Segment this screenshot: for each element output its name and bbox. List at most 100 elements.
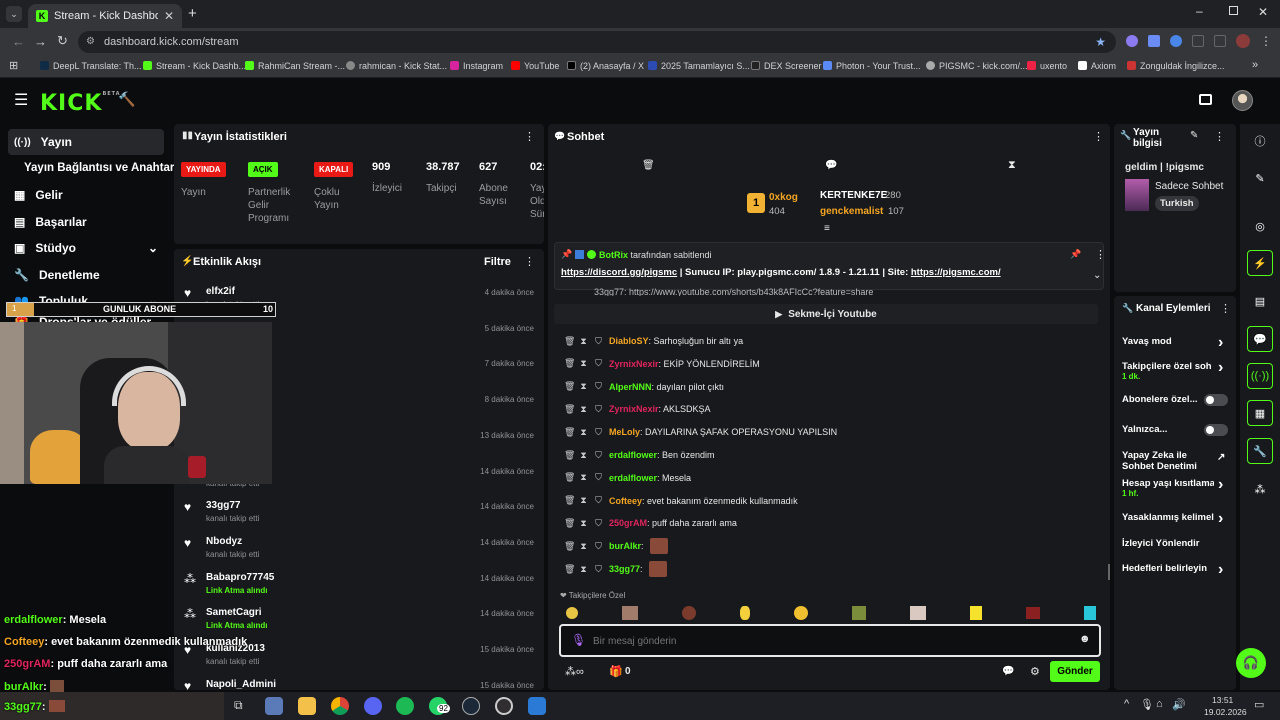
chat-username[interactable]: erdalflower (609, 450, 657, 460)
emote[interactable] (740, 606, 750, 620)
nav-item-basarilar[interactable]: ▤ Başarılar (8, 209, 164, 235)
chat-message[interactable]: 🗑 ⧗ ⛉ Cofteey: evet bakanım özenmedik kulla… (564, 491, 798, 511)
stream-preview-icon[interactable] (1199, 94, 1212, 105)
taskbar-app-explorer-icon[interactable] (265, 697, 283, 715)
layout-side-icon[interactable]: ▦ (1247, 400, 1273, 426)
channel-action-item[interactable]: Yavaş mod › (1122, 334, 1230, 351)
delete-message-icon[interactable]: 🗑 (564, 381, 575, 392)
delete-message-icon[interactable]: 🗑 (564, 450, 575, 461)
hamburger-menu-icon[interactable]: ☰ (14, 90, 28, 110)
feed-event-user[interactable]: Nbodyz (206, 536, 242, 547)
channel-actions-menu-icon[interactable]: ⋮ (1220, 302, 1231, 315)
task-view-icon[interactable]: ⧉ (234, 698, 243, 713)
nav-item-stream-key[interactable]: Yayın Bağlantısı ve Anahtarı (8, 155, 178, 181)
tab-search-icon[interactable]: ⌄ (6, 6, 22, 22)
delete-message-icon[interactable]: 🗑 (564, 518, 575, 529)
pencil-side-icon[interactable]: ✎ (1247, 165, 1273, 191)
forward-icon[interactable]: → (34, 34, 47, 49)
channel-action-item[interactable]: Abonelere özel... (1122, 394, 1230, 406)
emote[interactable] (1026, 607, 1040, 619)
chat-mode-icon[interactable]: 💬 (825, 160, 837, 171)
feed-event-row[interactable]: ♥ Nbodyz kanalı takip etti 14 dakika önce (184, 536, 536, 572)
timeout-hourglass-icon[interactable]: ⧗ (579, 336, 588, 347)
timeout-hourglass-icon[interactable]: ⧗ (579, 404, 588, 415)
timeout-hourglass-icon[interactable]: ⧗ (579, 495, 588, 506)
gift-icon[interactable]: 🎁 (609, 665, 623, 678)
chat-input-box[interactable]: 🎙 ☻ (559, 624, 1101, 657)
youtube-tab-button[interactable]: ▶ Sekme-İçi Youtube (554, 304, 1098, 324)
bookmark-photon[interactable]: Photon - Your Trust... (823, 61, 921, 71)
timeout-hourglass-icon[interactable]: ⧗ (579, 450, 588, 461)
points-side-icon[interactable]: ⁂ (1247, 476, 1273, 502)
send-button[interactable]: Gönder (1050, 661, 1100, 682)
chat-message[interactable]: 🗑 ⧗ ⛉ erdalflower: Ben özendim (564, 445, 715, 465)
network-tray-icon[interactable]: ⌂ (1156, 698, 1163, 710)
new-tab-icon[interactable]: + (188, 5, 197, 22)
site-info-icon[interactable]: ⚙ (86, 31, 95, 53)
chat-settings-gear-icon[interactable]: ⚙ (1030, 665, 1040, 678)
chat-message[interactable]: 🗑 ⧗ ⛉ ZyrnixNexir: EKİP YÖNLENDİRELİM (564, 354, 760, 374)
chat-side-icon[interactable]: 💬 (1247, 326, 1273, 352)
delete-message-icon[interactable]: 🗑 (564, 404, 575, 415)
support-chat-button[interactable]: 🎧 (1236, 648, 1266, 678)
chat-username[interactable]: AlperNNN (609, 382, 652, 392)
delete-message-icon[interactable]: 🗑 (564, 541, 575, 552)
apps-grid-icon[interactable]: ⊞ (9, 59, 18, 72)
timeout-hourglass-icon[interactable]: ⧗ (579, 427, 588, 438)
chat-message[interactable]: 🗑 ⧗ ⛉ MeLoly: DAYILARINA ŞAFAK OPERASYONU Y… (564, 422, 837, 442)
chat-username[interactable]: MeLoly (609, 427, 640, 437)
channel-action-item[interactable]: Yapay Zeka ile Sohbet Denetimi ↗ (1122, 450, 1230, 472)
feed-event-user[interactable]: Babapro77745 (206, 572, 274, 583)
chat-message[interactable]: 🗑 ⧗ ⛉ erdalflower: Mesela (564, 468, 691, 488)
channel-action-item[interactable]: Yasaklanmış kelimel › (1122, 510, 1230, 527)
browser-menu-icon[interactable]: ⋮ (1260, 34, 1272, 48)
chat-message-input[interactable] (593, 632, 1063, 650)
kick-logo[interactable]: KICKBETA (40, 91, 121, 116)
channel-action-item[interactable]: Takipçilere özel soh 1 dk. › (1122, 359, 1230, 381)
chat-username[interactable]: Cofteey (609, 496, 642, 506)
pinned-expand-icon[interactable]: ⌄ (1093, 270, 1101, 281)
feed-event-row[interactable]: ⁂ Babapro77745 Link Atma alındı 14 dakika ö… (184, 572, 536, 608)
chat-message[interactable]: 🗑 ⧗ ⛉ DiabloSY: Sarhoşluğun bir altı ya (564, 331, 743, 351)
mic-tray-icon[interactable]: 🎙 (1140, 698, 1154, 711)
nav-item-denetleme[interactable]: 🔧 Denetleme (8, 262, 164, 288)
extension-2-icon[interactable] (1148, 35, 1160, 47)
delete-message-icon[interactable]: 🗑 (564, 427, 575, 438)
broadcast-side-icon[interactable]: ((·)) (1247, 363, 1273, 389)
hammer-tool-icon[interactable]: 🔨 (118, 91, 135, 108)
stream-info-menu-icon[interactable]: ⋮ (1214, 130, 1225, 143)
toggle-switch[interactable] (1204, 424, 1228, 436)
channel-action-item[interactable]: Yalnızca... (1122, 424, 1230, 436)
taskbar-time[interactable]: 13:51 (1212, 695, 1233, 705)
feed-event-user[interactable]: 33gg77 (206, 500, 240, 511)
timeout-hourglass-icon[interactable]: ⧗ (579, 541, 588, 552)
delete-message-icon[interactable]: 🗑 (564, 358, 575, 369)
feed-event-user[interactable]: elfx2if (206, 286, 235, 297)
filter-button[interactable]: Filtre (484, 256, 511, 268)
bookmark-instagram[interactable]: Instagram (450, 61, 503, 71)
chat-message[interactable]: 🗑 ⧗ ⛉ 33gg77: (564, 559, 667, 579)
emote[interactable] (910, 606, 926, 620)
bookmark-uxento[interactable]: uxento (1027, 61, 1067, 71)
feed-event-row[interactable]: ♥ kullaniz2013 kanalı takip etti 15 dakika … (184, 643, 536, 679)
channel-points-icon[interactable]: ⁂∞ (565, 665, 584, 678)
bookmarks-overflow-icon[interactable]: » (1252, 59, 1258, 71)
chat-username[interactable]: erdalflower (609, 473, 657, 483)
bookmark-youtube[interactable]: YouTube (511, 61, 559, 71)
close-window-icon[interactable]: ✕ (1258, 5, 1268, 19)
user-avatar[interactable] (1232, 90, 1253, 111)
document-side-icon[interactable]: ▤ (1247, 288, 1273, 314)
channel-action-item[interactable]: Hesap yaşı kısıtlama 1 hf. › (1122, 476, 1230, 498)
chat-username[interactable]: 33gg77 (609, 564, 640, 574)
wrench-side-icon[interactable]: 🔧 (1247, 438, 1273, 464)
taskbar-app-steam-icon[interactable] (462, 697, 480, 715)
timeout-hourglass-icon[interactable]: ⧗ (579, 472, 588, 483)
channel-action-item[interactable]: İzleyici Yönlendir (1122, 538, 1230, 549)
edit-pencil-icon[interactable]: ✎ (1190, 130, 1198, 141)
delete-message-icon[interactable]: 🗑 (564, 336, 575, 347)
extension-3-icon[interactable] (1170, 35, 1182, 47)
emoji-picker-icon[interactable]: ☻ (1079, 633, 1091, 645)
bookmark-deepl[interactable]: DeepL Translate: Th... (40, 61, 142, 71)
bookmark-kick-dashboard[interactable]: Stream - Kick Dashb... (143, 61, 246, 71)
taskbar-app-folder-icon[interactable] (298, 697, 316, 715)
